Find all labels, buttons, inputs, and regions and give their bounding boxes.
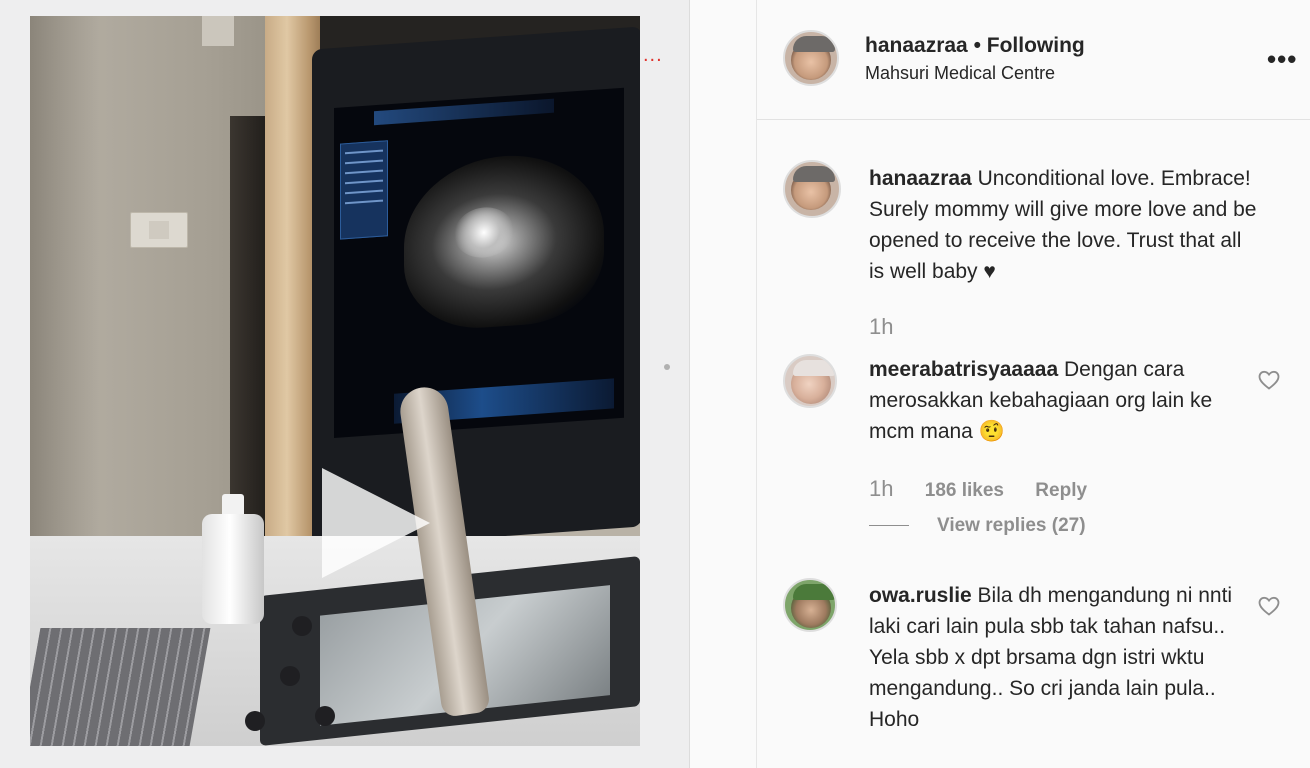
screen-header-bar bbox=[374, 98, 554, 126]
post-side-panel: hanaazraa • Following Mahsuri Medical Ce… bbox=[756, 0, 1310, 768]
header-user-line: hanaazraa • Following bbox=[865, 34, 1085, 58]
caption-username[interactable]: hanaazraa bbox=[869, 167, 972, 190]
comment-text-block: owa.ruslie Bila dh mengandung ni nnti la… bbox=[869, 580, 1259, 735]
commenter-avatar[interactable] bbox=[783, 578, 837, 632]
post-location[interactable]: Mahsuri Medical Centre bbox=[865, 63, 1055, 84]
comment-username[interactable]: owa.ruslie bbox=[869, 584, 972, 607]
console-knob bbox=[292, 616, 312, 636]
author-avatar[interactable] bbox=[783, 30, 839, 86]
header-separator: • bbox=[973, 34, 981, 57]
post-header: hanaazraa • Following Mahsuri Medical Ce… bbox=[757, 0, 1310, 120]
more-horizontal-icon[interactable]: ••• bbox=[1267, 44, 1297, 75]
video-scene-ceiling-box bbox=[202, 16, 234, 46]
comment-text-block: meerabatrisyaaaaa Dengan cara merosakkan… bbox=[869, 354, 1259, 447]
media-dots: ... bbox=[643, 44, 663, 66]
comment-time[interactable]: 1h bbox=[869, 476, 893, 501]
reply-button[interactable]: Reply bbox=[1035, 480, 1087, 501]
post-media-frame: ... bbox=[0, 0, 690, 768]
console-keyboard bbox=[30, 628, 211, 746]
like-heart-icon[interactable] bbox=[1257, 594, 1281, 618]
console-knob bbox=[245, 711, 265, 731]
caption-avatar[interactable] bbox=[783, 160, 841, 218]
commenter-avatar[interactable] bbox=[783, 354, 837, 408]
ultrasound-screen bbox=[334, 87, 624, 438]
comment-meta: 1h 186 likes Reply bbox=[869, 476, 1087, 502]
comment-username[interactable]: meerabatrisyaaaaa bbox=[869, 358, 1058, 381]
comment-likes[interactable]: 186 likes bbox=[925, 480, 1004, 501]
caption-meta: 1h bbox=[869, 314, 893, 340]
view-replies-label: View replies (27) bbox=[937, 515, 1086, 536]
play-icon[interactable] bbox=[322, 468, 430, 578]
view-replies-line bbox=[869, 525, 909, 527]
author-username[interactable]: hanaazraa bbox=[865, 34, 968, 57]
console-knob bbox=[280, 666, 300, 686]
carousel-dot bbox=[664, 364, 670, 370]
like-heart-icon[interactable] bbox=[1257, 368, 1281, 392]
console-knob bbox=[315, 706, 335, 726]
caption-time[interactable]: 1h bbox=[869, 314, 893, 339]
caption-text-block: hanaazraa Unconditional love. Embrace! S… bbox=[869, 163, 1259, 287]
post-video[interactable] bbox=[30, 16, 640, 746]
gel-bottle bbox=[202, 514, 264, 624]
screen-side-panel bbox=[340, 140, 388, 240]
video-scene-switch bbox=[130, 212, 188, 248]
follow-status-button[interactable]: Following bbox=[987, 34, 1085, 57]
view-replies-button[interactable]: View replies (27) bbox=[869, 515, 1086, 537]
